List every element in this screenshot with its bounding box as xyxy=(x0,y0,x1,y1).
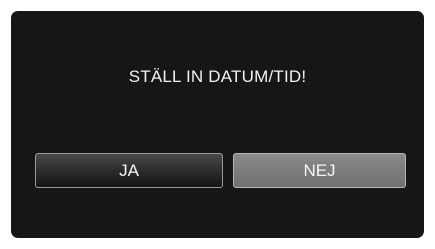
yes-button[interactable]: JA xyxy=(35,153,223,188)
dialog-message: STÄLL IN DATUM/TID! xyxy=(128,67,307,86)
yes-button-label: JA xyxy=(119,160,139,180)
camera-dialog-screen: STÄLL IN DATUM/TID! JA NEJ xyxy=(11,11,424,238)
no-button[interactable]: NEJ xyxy=(233,153,406,188)
no-button-label: NEJ xyxy=(303,160,336,180)
